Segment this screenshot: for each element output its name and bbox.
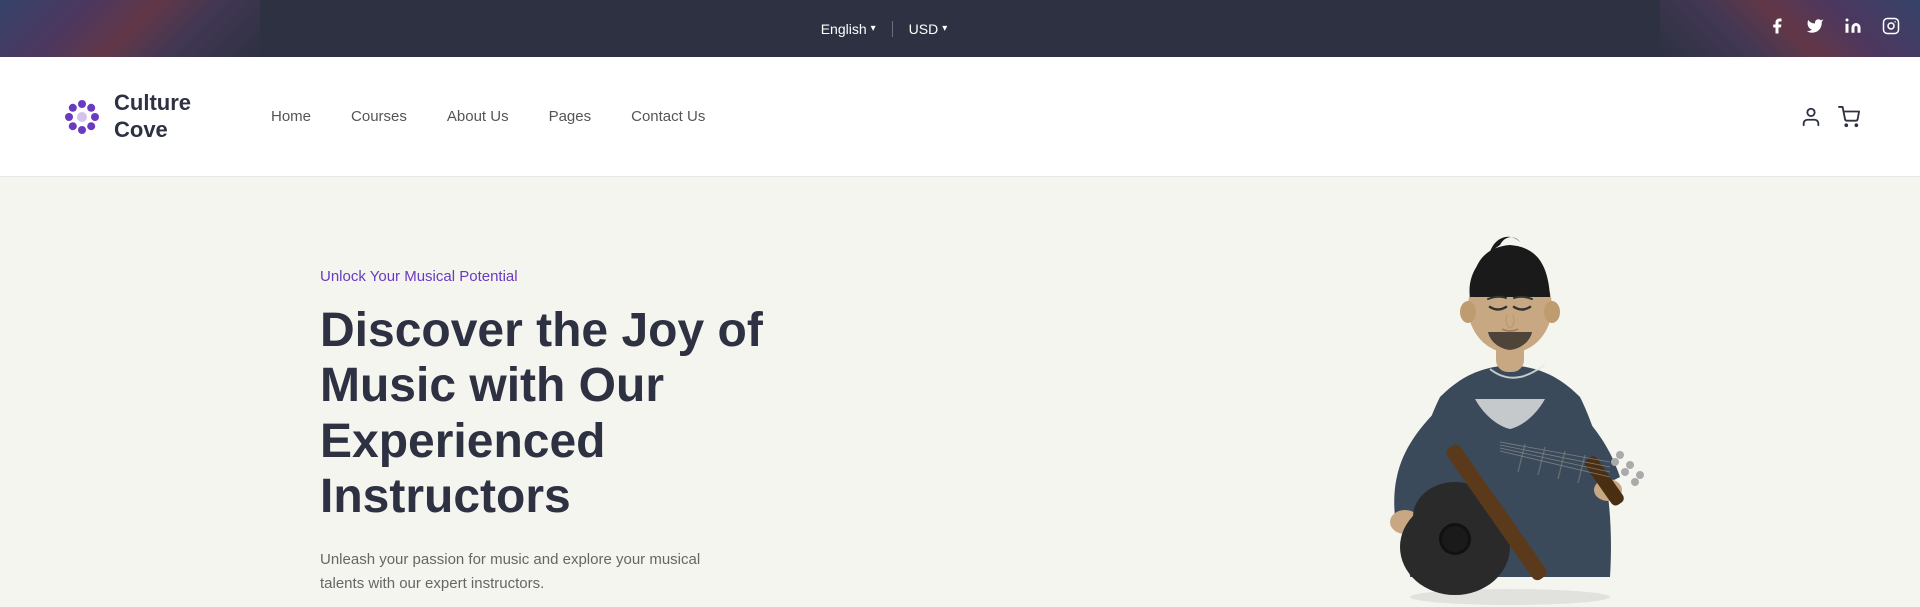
hero-title: Discover the Joy of Music with Our Exper… — [320, 303, 800, 524]
hero-subtitle: Unleash your passion for music and explo… — [320, 548, 720, 596]
currency-selector[interactable]: USD — [909, 21, 948, 37]
hero-image — [1300, 177, 1720, 607]
logo[interactable]: Culture Cove — [60, 90, 191, 143]
nav-icons — [1800, 106, 1860, 128]
nav-item-pages[interactable]: Pages — [549, 108, 592, 125]
account-button[interactable] — [1800, 106, 1822, 128]
top-bar: English USD — [0, 0, 1920, 57]
hero-eyebrow: Unlock Your Musical Potential — [320, 268, 800, 285]
twitter-icon[interactable] — [1806, 17, 1824, 40]
facebook-icon[interactable] — [1768, 17, 1786, 40]
nav-links: Home Courses About Us Pages Contact Us — [271, 108, 1800, 125]
cart-button[interactable] — [1838, 106, 1860, 128]
instagram-icon[interactable] — [1882, 17, 1900, 40]
linkedin-icon[interactable] — [1844, 17, 1862, 40]
nav-item-courses[interactable]: Courses — [351, 108, 407, 125]
logo-icon — [60, 95, 104, 139]
nav-item-about-us[interactable]: About Us — [447, 108, 509, 125]
nav-item-home[interactable]: Home — [271, 108, 311, 125]
top-bar-center: English USD — [821, 21, 948, 37]
guitarist-illustration — [1300, 177, 1720, 607]
language-selector[interactable]: English — [821, 21, 876, 37]
hero-content: Unlock Your Musical Potential Discover t… — [320, 248, 800, 596]
divider — [892, 21, 893, 37]
cart-icon — [1838, 106, 1860, 128]
main-nav: Culture Cove Home Courses About Us Pages… — [0, 57, 1920, 177]
user-icon — [1800, 106, 1822, 128]
hero-section: Unlock Your Musical Potential Discover t… — [0, 177, 1920, 607]
nav-item-contact-us[interactable]: Contact Us — [631, 108, 705, 125]
top-bar-bg-left — [0, 0, 260, 57]
logo-text: Culture Cove — [114, 90, 191, 143]
social-links — [1768, 17, 1900, 40]
